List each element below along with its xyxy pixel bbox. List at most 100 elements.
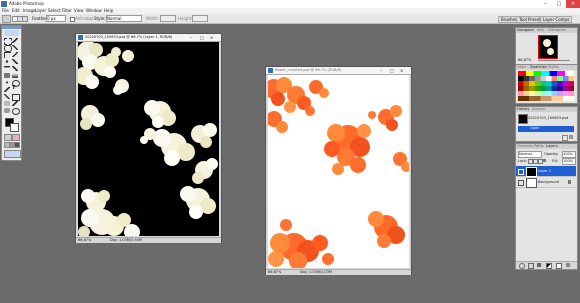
doc1-zoom[interactable]: 66.67%: [78, 238, 91, 243]
eyedropper-tool-icon[interactable]: [12, 101, 18, 106]
navigator-thumbnail[interactable]: [538, 35, 558, 59]
navigator-panel: Navigator Info Histogram 66.67%: [515, 27, 578, 65]
new-set-icon[interactable]: [537, 263, 541, 267]
swatches-panel: Color Swatches Styles: [515, 64, 578, 104]
width-input[interactable]: [160, 15, 176, 22]
background-layer-name[interactable]: Background: [538, 180, 559, 185]
jump-to-imageready-icon[interactable]: [4, 150, 21, 158]
swatch-grid[interactable]: [518, 71, 574, 101]
history-state-open[interactable]: Open: [518, 126, 574, 132]
blend-mode-select[interactable]: Normal: [518, 151, 542, 158]
brush-tool-icon[interactable]: [12, 59, 18, 64]
tab-navigator[interactable]: Navigator: [517, 28, 534, 33]
doc1-minimize-icon[interactable]: –: [190, 35, 192, 40]
layer-1-thumbnail: [526, 167, 537, 177]
opacity-input[interactable]: 100%: [562, 151, 576, 158]
tab-histogram[interactable]: Histogram: [548, 28, 566, 33]
background-color-swatch[interactable]: [10, 123, 19, 132]
zoom-tool-icon[interactable]: [12, 108, 20, 115]
layer-row-background[interactable]: Background: [516, 177, 576, 188]
marquee-tool-icon[interactable]: [4, 38, 12, 45]
adobe-online-icon[interactable]: [4, 30, 19, 36]
quick-mask-icon[interactable]: [12, 134, 20, 141]
tab-layers[interactable]: Layers: [546, 144, 558, 149]
layers-panel: Channels Paths Layers Normal Opacity: 10…: [515, 143, 578, 270]
new-layer-icon[interactable]: [556, 263, 562, 269]
adjustment-layer-icon[interactable]: [546, 263, 552, 269]
doc2-titlebar[interactable]: flower_inverted.psd @ 66.7% (RGB/8) – □ …: [266, 67, 411, 75]
tab-history[interactable]: History: [517, 107, 529, 112]
blur-tool-icon[interactable]: [4, 80, 10, 85]
minimize-icon[interactable]: –: [538, 0, 552, 8]
doc1-canvas[interactable]: [78, 42, 219, 236]
width-label: Width:: [146, 16, 159, 21]
move-tool-icon[interactable]: [12, 38, 18, 43]
tab-styles[interactable]: Styles: [548, 65, 559, 70]
delete-layer-icon[interactable]: [566, 263, 570, 267]
lasso-tool-icon[interactable]: [4, 45, 12, 52]
maximize-icon[interactable]: □: [552, 0, 566, 8]
doc2-statusbar: 66.67% Doc: 1.03M/1.03M: [266, 269, 411, 275]
tab-channels[interactable]: Channels: [517, 144, 533, 149]
background-lock-icon: [568, 180, 571, 184]
background-visibility-icon[interactable]: [518, 180, 524, 186]
navigator-zoom[interactable]: 66.67%: [518, 58, 531, 63]
shape-tool-icon[interactable]: [12, 94, 20, 101]
document-window-2: flower_inverted.psd @ 66.7% (RGB/8) – □ …: [265, 66, 412, 275]
pen-tool-icon[interactable]: [4, 94, 10, 99]
hand-tool-icon[interactable]: [4, 108, 10, 113]
feather-input[interactable]: 0 px: [46, 15, 66, 22]
doc2-status[interactable]: Doc: 1.03M/1.03M: [300, 270, 332, 275]
options-bar: Feather: 0 px Anti-alias Style: Normal W…: [0, 14, 580, 24]
crop-tool-icon[interactable]: [4, 52, 11, 58]
subtract-selection-icon[interactable]: [22, 16, 28, 22]
history-snapshot-name[interactable]: 20220703_105653.psd: [528, 116, 568, 121]
doc2-title: flower_inverted.psd @ 66.7% (RGB/8): [275, 68, 342, 72]
screen-mode-full-icon[interactable]: [14, 142, 20, 148]
doc1-close-icon[interactable]: ×: [210, 35, 213, 40]
height-input[interactable]: [192, 15, 208, 22]
magic-wand-tool-icon[interactable]: [12, 45, 18, 50]
gradient-tool-icon[interactable]: [12, 73, 18, 78]
tab-paths[interactable]: Paths: [534, 144, 544, 149]
doc2-canvas[interactable]: [268, 75, 409, 268]
layer-1-visibility-icon[interactable]: [518, 169, 524, 175]
layer-row-layer-1[interactable]: Layer 1: [516, 166, 576, 177]
type-tool-icon[interactable]: T: [12, 86, 18, 91]
doc1-status[interactable]: Doc: 1.03M/3.94M: [110, 238, 142, 243]
navigator-zoom-slider[interactable]: [538, 60, 570, 61]
layer-mask-icon[interactable]: [528, 263, 534, 269]
doc1-titlebar[interactable]: 20220703_105653.psd @ 66.7% (Layer 1, RG…: [76, 34, 221, 42]
clone-stamp-icon[interactable]: [4, 66, 10, 71]
close-icon[interactable]: ×: [566, 0, 580, 8]
notes-tool-icon[interactable]: [4, 101, 10, 106]
marquee-tool-preset-icon[interactable]: [2, 15, 11, 23]
layer-1-name[interactable]: Layer 1: [538, 169, 551, 174]
doc1-maximize-icon[interactable]: □: [200, 35, 204, 40]
tab-info[interactable]: Info: [537, 28, 544, 33]
tab-swatches[interactable]: Swatches: [530, 65, 547, 70]
style-select[interactable]: Normal: [106, 15, 142, 22]
layers-footer: [516, 261, 577, 269]
doc2-close-icon[interactable]: ×: [400, 68, 403, 73]
slice-tool-icon[interactable]: [12, 52, 18, 57]
eraser-tool-icon[interactable]: [4, 73, 10, 78]
standard-mode-icon[interactable]: [4, 134, 12, 141]
history-new-snapshot-icon[interactable]: [562, 135, 568, 141]
window-title: Adobe Photoshop: [9, 1, 44, 6]
toolbox-grip[interactable]: [2, 26, 21, 29]
lock-all-icon[interactable]: [543, 159, 546, 162]
tab-layer-comps[interactable]: Layer Comps: [540, 16, 573, 23]
history-delete-icon[interactable]: [569, 135, 573, 139]
history-brush-icon[interactable]: [12, 66, 18, 71]
fill-input[interactable]: 100%: [562, 158, 576, 165]
layer-style-icon[interactable]: [519, 263, 525, 269]
history-snapshot-thumb[interactable]: [518, 114, 528, 124]
healing-brush-icon[interactable]: [4, 59, 10, 64]
tab-color[interactable]: Color: [517, 65, 526, 70]
path-selection-icon[interactable]: [4, 87, 10, 92]
tab-actions[interactable]: Actions: [532, 107, 545, 112]
doc2-maximize-icon[interactable]: □: [390, 68, 394, 73]
doc2-minimize-icon[interactable]: –: [380, 68, 382, 73]
doc2-zoom[interactable]: 66.67%: [268, 270, 281, 275]
